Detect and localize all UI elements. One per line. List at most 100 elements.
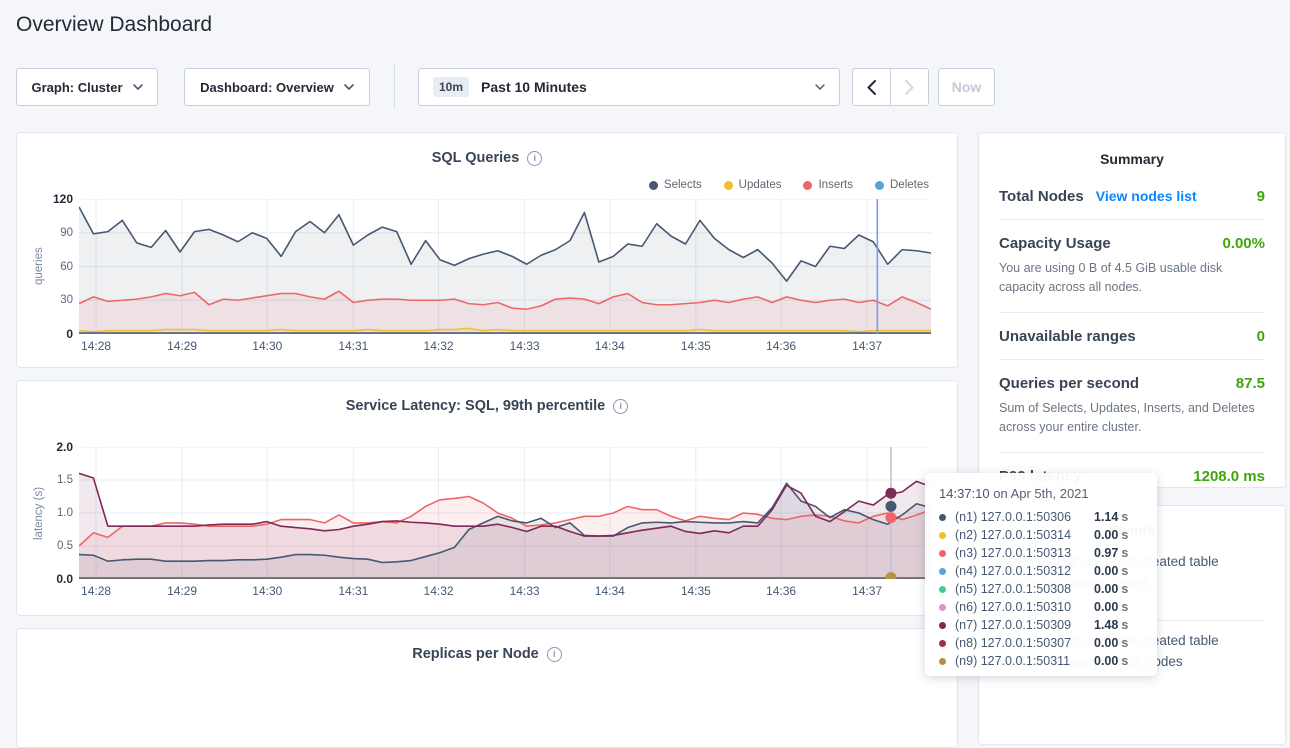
x-axis-tick: 14:35 xyxy=(672,339,720,353)
summary-row-value: 1208.0 ms xyxy=(1193,468,1265,485)
service-latency-panel: Service Latency: SQL, 99th percentile i … xyxy=(16,380,958,616)
tooltip-node-value: 0.97 xyxy=(1094,546,1118,560)
tooltip-node-row: (n4) 127.0.0.1:503120.00s xyxy=(939,562,1143,580)
summary-panel: Summary Total NodesView nodes list9Capac… xyxy=(978,132,1286,488)
tooltip-timestamp: 14:37:10 on Apr 5th, 2021 xyxy=(939,486,1143,501)
sql-queries-panel: SQL Queries i Selects Updates Inserts Delet… xyxy=(16,132,958,368)
legend-dot-icon xyxy=(803,181,812,190)
tooltip-node-value: 0.00 xyxy=(1094,564,1118,578)
x-axis-tick: 14:28 xyxy=(72,584,120,598)
time-range-badge: 10m xyxy=(433,77,469,97)
tooltip-node-value: 1.14 xyxy=(1094,510,1118,524)
latency-yticks: 0.00.51.01.52.0 xyxy=(17,447,73,579)
tooltip-node-unit: s xyxy=(1121,636,1128,650)
tooltip-node-unit: s xyxy=(1121,582,1128,596)
info-icon[interactable]: i xyxy=(547,647,562,662)
legend-item-selects[interactable]: Selects xyxy=(649,179,702,191)
legend-label: Selects xyxy=(664,179,702,191)
replicas-per-node-title: Replicas per Node xyxy=(412,646,539,662)
summary-row-label: Unavailable ranges xyxy=(999,328,1136,345)
node-series-dot-icon xyxy=(939,514,946,521)
service-latency-title: Service Latency: SQL, 99th percentile xyxy=(346,398,606,414)
tooltip-node-row: (n5) 127.0.0.1:503080.00s xyxy=(939,580,1143,598)
x-axis-tick: 14:33 xyxy=(501,584,549,598)
summary-row-description: You are using 0 B of 4.5 GiB usable disk… xyxy=(999,259,1265,298)
tooltip-node-label: (n4) 127.0.0.1:50312 xyxy=(955,564,1094,578)
info-icon[interactable]: i xyxy=(527,151,542,166)
x-axis-tick: 14:37 xyxy=(843,339,891,353)
tooltip-node-label: (n1) 127.0.0.1:50306 xyxy=(955,510,1094,524)
latency-plot-svg[interactable] xyxy=(79,447,931,579)
latency-hover-tooltip: 14:37:10 on Apr 5th, 2021 (n1) 127.0.0.1… xyxy=(925,473,1157,676)
y-axis-tick: 1.5 xyxy=(57,474,73,486)
summary-row-value: 9 xyxy=(1257,188,1265,205)
graph-dropdown-label: Graph: Cluster xyxy=(31,80,122,95)
summary-row: Queries per second87.5 Sum of Selects, Up… xyxy=(999,360,1265,453)
summary-row-line: Unavailable ranges 0 xyxy=(999,328,1265,345)
x-axis-tick: 14:36 xyxy=(757,339,805,353)
legend-dot-icon xyxy=(649,181,658,190)
node-series-dot-icon xyxy=(939,604,946,611)
y-axis-tick: 120 xyxy=(53,192,73,206)
x-axis-tick: 14:33 xyxy=(501,339,549,353)
time-range-selector[interactable]: 10m Past 10 Minutes xyxy=(418,68,840,106)
sql-xticks: 14:2814:2914:3014:3114:3214:3314:3414:35… xyxy=(79,339,931,355)
x-axis-tick: 14:37 xyxy=(843,584,891,598)
summary-row-value: 0.00% xyxy=(1222,235,1265,252)
view-nodes-list-link[interactable]: View nodes list xyxy=(1096,188,1197,204)
dashboard-dropdown[interactable]: Dashboard: Overview xyxy=(184,68,370,106)
tooltip-node-value: 1.48 xyxy=(1094,618,1118,632)
node-series-dot-icon xyxy=(939,658,946,665)
tooltip-node-label: (n6) 127.0.0.1:50310 xyxy=(955,600,1094,614)
x-axis-tick: 14:35 xyxy=(672,584,720,598)
tooltip-node-label: (n2) 127.0.0.1:50314 xyxy=(955,528,1094,542)
replicas-per-node-panel: Replicas per Node i xyxy=(16,628,958,748)
tooltip-node-label: (n9) 127.0.0.1:50311 xyxy=(955,654,1094,668)
tooltip-node-unit: s xyxy=(1121,618,1128,632)
x-axis-tick: 14:32 xyxy=(415,339,463,353)
graph-dropdown[interactable]: Graph: Cluster xyxy=(16,68,158,106)
sql-queries-title: SQL Queries xyxy=(432,150,520,166)
tooltip-node-unit: s xyxy=(1121,510,1128,524)
sql-plot-svg[interactable] xyxy=(79,199,931,334)
x-axis-tick: 14:34 xyxy=(586,584,634,598)
legend-item-deletes[interactable]: Deletes xyxy=(875,179,929,191)
x-axis-tick: 14:31 xyxy=(329,584,377,598)
time-next-button[interactable] xyxy=(890,69,928,105)
y-axis-tick: 1.0 xyxy=(57,507,73,519)
tooltip-node-value: 0.00 xyxy=(1094,600,1118,614)
info-icon[interactable]: i xyxy=(613,399,628,414)
summary-row-line: Total NodesView nodes list9 xyxy=(999,188,1265,205)
summary-row-line: Queries per second87.5 xyxy=(999,375,1265,392)
summary-row: Unavailable ranges 0 xyxy=(999,313,1265,360)
x-axis-tick: 14:30 xyxy=(243,584,291,598)
legend-item-updates[interactable]: Updates xyxy=(724,179,782,191)
time-prev-button[interactable] xyxy=(853,69,890,105)
tooltip-node-row: (n3) 127.0.0.1:503130.97s xyxy=(939,544,1143,562)
node-series-dot-icon xyxy=(939,586,946,593)
now-button[interactable]: Now xyxy=(938,68,995,106)
x-axis-tick: 14:32 xyxy=(415,584,463,598)
node-series-dot-icon xyxy=(939,550,946,557)
tooltip-node-value: 0.00 xyxy=(1094,654,1118,668)
summary-row-value: 0 xyxy=(1257,328,1265,345)
chevron-down-icon xyxy=(344,84,354,90)
tooltip-node-row: (n6) 127.0.0.1:503100.00s xyxy=(939,598,1143,616)
legend-item-inserts[interactable]: Inserts xyxy=(803,179,853,191)
time-range-label: Past 10 Minutes xyxy=(481,79,587,95)
x-axis-tick: 14:29 xyxy=(158,339,206,353)
tooltip-rows: (n1) 127.0.0.1:503061.14s(n2) 127.0.0.1:… xyxy=(939,508,1143,670)
y-axis-tick: 90 xyxy=(60,227,73,239)
tooltip-node-unit: s xyxy=(1121,654,1128,668)
x-axis-tick: 14:30 xyxy=(243,339,291,353)
tooltip-node-unit: s xyxy=(1121,564,1128,578)
node-series-dot-icon xyxy=(939,532,946,539)
sql-yticks: 0306090120 xyxy=(17,199,73,334)
x-axis-tick: 14:36 xyxy=(757,584,805,598)
y-axis-tick: 2.0 xyxy=(56,440,73,454)
summary-row: Total NodesView nodes list9 xyxy=(999,173,1265,220)
tooltip-node-row: (n7) 127.0.0.1:503091.48s xyxy=(939,616,1143,634)
summary-row-description: Sum of Selects, Updates, Inserts, and De… xyxy=(999,399,1265,438)
tooltip-node-label: (n3) 127.0.0.1:50313 xyxy=(955,546,1094,560)
tooltip-node-row: (n9) 127.0.0.1:503110.00s xyxy=(939,652,1143,670)
